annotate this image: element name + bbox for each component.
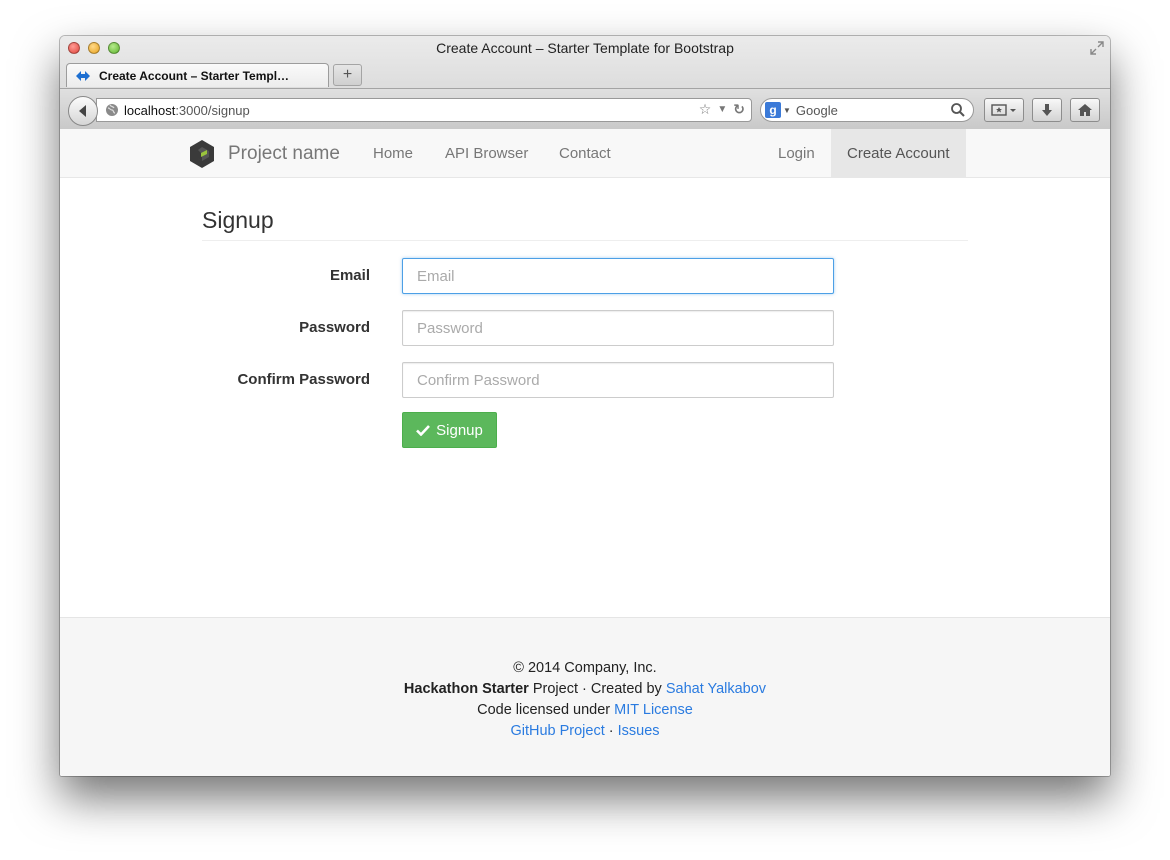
- issues-link[interactable]: Issues: [618, 723, 660, 739]
- home-button[interactable]: [1070, 98, 1100, 122]
- confirm-password-label: Confirm Password: [237, 371, 370, 388]
- bookmark-star-icon[interactable]: ☆: [699, 101, 712, 118]
- downloads-button[interactable]: [1032, 98, 1062, 122]
- search-bar[interactable]: g ▼ Google: [760, 98, 974, 122]
- license-link[interactable]: MIT License: [614, 702, 693, 718]
- home-icon: [1078, 104, 1092, 116]
- brand-name: Project name: [228, 142, 340, 164]
- back-button[interactable]: [68, 96, 98, 126]
- site-navbar: Project name Home API Browser Contact Lo…: [60, 129, 1110, 178]
- license-text: Code licensed under: [477, 702, 615, 718]
- confirm-password-field[interactable]: [402, 362, 834, 398]
- nav-create-account[interactable]: Create Account: [831, 129, 966, 178]
- password-row: Password: [202, 310, 968, 346]
- license-line: Code licensed under MIT License: [60, 700, 1110, 721]
- brand-logo-icon: [190, 139, 214, 168]
- tab-label: Create Account – Starter Templ…: [99, 68, 290, 83]
- author-link[interactable]: Sahat Yalkabov: [666, 681, 766, 697]
- page-footer: © 2014 Company, Inc. Hackathon Starter P…: [60, 617, 1110, 776]
- browser-chrome: Create Account – Starter Template for Bo…: [60, 36, 1110, 129]
- tab-active[interactable]: Create Account – Starter Templ…: [66, 63, 329, 87]
- nav-home[interactable]: Home: [373, 129, 413, 178]
- bookmarks-icon: [991, 104, 1016, 116]
- copyright-text: © 2014 Company, Inc.: [513, 660, 657, 676]
- url-host: localhost: [124, 102, 176, 118]
- search-placeholder: Google: [795, 102, 838, 118]
- password-label: Password: [299, 319, 370, 336]
- browser-window: Create Account – Starter Template for Bo…: [60, 36, 1110, 776]
- web-page: Project name Home API Browser Contact Lo…: [60, 129, 1110, 776]
- url-path: :3000/signup: [175, 102, 250, 118]
- new-tab-button[interactable]: +: [333, 64, 362, 86]
- reload-icon[interactable]: ↻: [733, 101, 745, 118]
- address-bar[interactable]: localhost:3000/signup ☆ ▼ ↻: [96, 98, 752, 122]
- nav-contact[interactable]: Contact: [559, 129, 611, 178]
- checkmark-icon: [416, 425, 431, 436]
- navigation-toolbar: localhost:3000/signup ☆ ▼ ↻ g ▼ Google: [60, 88, 1110, 129]
- nav-login[interactable]: Login: [778, 129, 815, 178]
- engine-dropdown-icon[interactable]: ▼: [783, 106, 791, 115]
- nav-api-browser[interactable]: API Browser: [445, 129, 528, 178]
- bookmarks-menu-button[interactable]: [984, 98, 1024, 122]
- links-line: GitHub Project · Issues: [60, 721, 1110, 742]
- globe-icon: [106, 104, 118, 116]
- download-arrow-icon: [1042, 104, 1052, 116]
- email-label: Email: [329, 267, 370, 284]
- signup-button-label: Signup: [436, 421, 483, 439]
- credits-line: Hackathon Starter Project · Created by S…: [60, 679, 1110, 700]
- page-title: Signup: [202, 207, 968, 241]
- google-engine-icon[interactable]: g: [765, 102, 781, 118]
- footer-separator: ·: [604, 723, 618, 739]
- password-field[interactable]: [402, 310, 834, 346]
- signup-section: Signup Email Password Confirm Password S…: [202, 178, 968, 448]
- credits-text: Project · Created by: [528, 681, 666, 697]
- email-field[interactable]: [402, 258, 834, 294]
- page-favicon-icon: [76, 70, 90, 81]
- window-title: Create Account – Starter Template for Bo…: [436, 40, 734, 56]
- fullscreen-icon[interactable]: [1090, 41, 1104, 55]
- history-dropdown-icon[interactable]: ▼: [717, 104, 727, 115]
- brand-link[interactable]: Project name: [188, 129, 340, 178]
- email-row: Email: [202, 258, 968, 294]
- search-icon[interactable]: [950, 102, 966, 118]
- project-name: Hackathon Starter: [403, 681, 529, 697]
- signup-button[interactable]: Signup: [402, 412, 497, 448]
- address-bar-actions: ☆ ▼ ↻: [699, 101, 745, 118]
- confirm-password-row: Confirm Password: [202, 362, 968, 398]
- github-link[interactable]: GitHub Project: [510, 723, 604, 739]
- back-arrow-icon: [79, 105, 86, 117]
